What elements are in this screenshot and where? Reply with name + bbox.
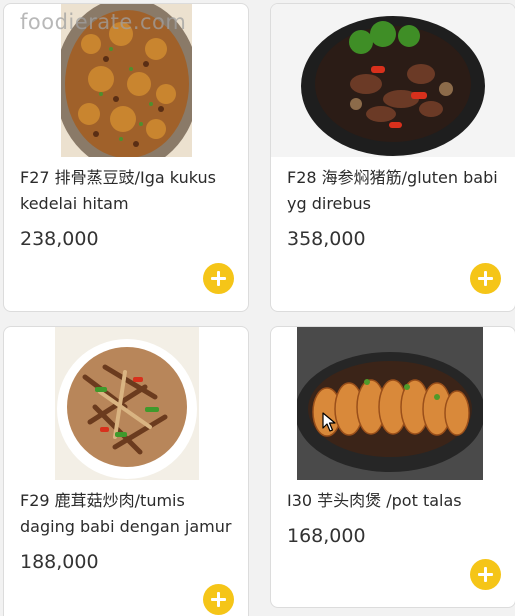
- plus-icon: [211, 592, 226, 607]
- dish-price: 188,000: [20, 551, 99, 573]
- menu-item-card[interactable]: F29 鹿茸菇炒肉/tumis daging babi dengan jamur…: [3, 326, 249, 616]
- mouse-pointer-icon: [322, 412, 336, 432]
- plus-icon: [478, 567, 493, 582]
- dish-image: [61, 4, 192, 157]
- plus-icon: [478, 271, 493, 286]
- add-to-cart-button[interactable]: [203, 584, 234, 615]
- menu-item-card[interactable]: I30 芋头肉煲 /pot talas 168,000: [270, 326, 515, 608]
- dish-title: F27 排骨蒸豆豉/Iga kukus kedelai hitam: [20, 168, 216, 213]
- dish-image: [271, 4, 515, 157]
- dish-title: F28 海参焖猪筋/gluten babi yg direbus: [287, 168, 498, 213]
- dish-photo[interactable]: [4, 4, 248, 157]
- dish-photo[interactable]: [4, 327, 248, 480]
- dish-price: 238,000: [20, 228, 99, 250]
- menu-item-card[interactable]: F28 海参焖猪筋/gluten babi yg direbus 358,000: [270, 3, 515, 312]
- dish-price: 358,000: [287, 228, 366, 250]
- dish-image: [55, 327, 199, 480]
- add-to-cart-button[interactable]: [470, 263, 501, 294]
- menu-item-card[interactable]: F27 排骨蒸豆豉/Iga kukus kedelai hitam 238,00…: [3, 3, 249, 312]
- dish-photo[interactable]: [271, 327, 515, 480]
- plus-icon: [211, 271, 226, 286]
- dish-title: I30 芋头肉煲 /pot talas: [287, 491, 462, 510]
- dish-photo[interactable]: [271, 4, 515, 157]
- dish-price: 168,000: [287, 525, 366, 547]
- dish-image: [297, 327, 483, 480]
- add-to-cart-button[interactable]: [470, 559, 501, 590]
- add-to-cart-button[interactable]: [203, 263, 234, 294]
- dish-title: F29 鹿茸菇炒肉/tumis daging babi dengan jamur: [20, 491, 232, 536]
